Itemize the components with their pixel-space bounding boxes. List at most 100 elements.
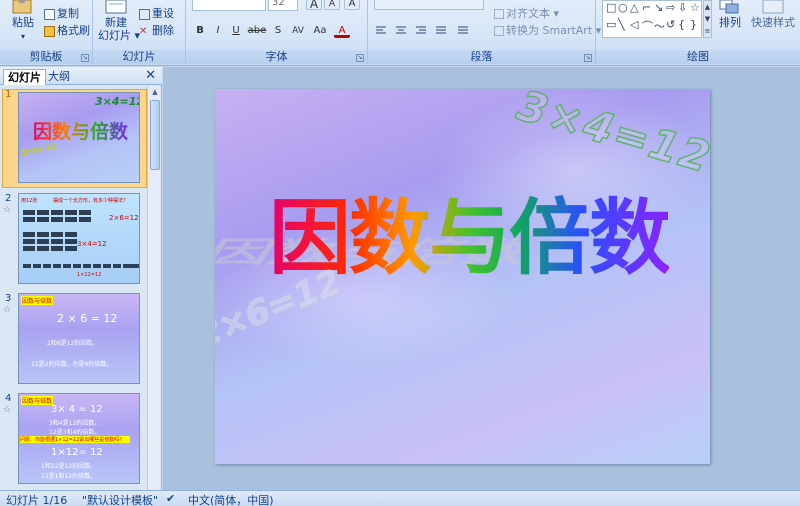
close-icon[interactable]: ✕ xyxy=(145,68,156,83)
animation-star-icon: ☆ xyxy=(3,405,12,415)
delete-slide-button[interactable]: ✕ 删除 xyxy=(139,22,174,38)
paste-dropdown-icon[interactable]: ▾ xyxy=(6,30,40,43)
font-size-field[interactable]: 32 xyxy=(268,0,298,11)
clipboard-group-label: 剪贴板 xyxy=(0,50,92,64)
shape-item[interactable]: { xyxy=(678,18,685,31)
shape-item[interactable]: ↘ xyxy=(654,1,663,14)
thumb-badge: 因数与倍数 xyxy=(21,396,54,405)
quick-styles-button[interactable]: 快速样式 xyxy=(746,0,800,48)
thumbnail-item-3[interactable]: 3 ☆ 因数与倍数 2 × 6 = 12 2和6是12的因数。 12是2的倍数，… xyxy=(0,293,147,389)
thumbnail-preview: 3×4=12 因数与倍数 2×6=12 xyxy=(18,92,140,183)
paragraph-group-label: 段落 xyxy=(368,50,595,64)
scroll-up-icon[interactable]: ▲ xyxy=(150,88,160,96)
new-slide-icon xyxy=(105,0,127,14)
smartart-label: 转换为 SmartArt ▾ xyxy=(506,24,602,37)
paragraph-launcher-icon[interactable]: ↘ xyxy=(584,54,592,62)
shape-item[interactable]: } xyxy=(690,18,697,31)
shape-item[interactable]: ╲ xyxy=(618,18,625,31)
clipboard-group: 粘贴 ▾ 复制 格式刷 剪贴板 ↘ xyxy=(0,0,93,66)
align-buttons[interactable] xyxy=(374,24,492,38)
template-name[interactable]: "默认设计模板" xyxy=(82,492,158,506)
thumb-line-3: 1和12是12的因数。 xyxy=(41,463,97,470)
shape-item[interactable]: ↺ xyxy=(666,18,675,31)
char-spacing-button[interactable]: AV xyxy=(288,24,308,38)
slide-indicator: 幻灯片 1/16 xyxy=(6,494,68,506)
slides-group: 新建 幻灯片 ▾ 重设 ✕ 删除 幻灯片 xyxy=(93,0,186,66)
strikethrough-button[interactable]: abe xyxy=(246,24,268,38)
animation-star-icon: ☆ xyxy=(3,205,12,215)
shadow-button[interactable]: S xyxy=(270,24,286,38)
change-case-button[interactable]: Aa xyxy=(310,24,330,38)
thumb-line-2: 12是3和4的倍数。 xyxy=(49,429,101,436)
shape-item[interactable]: 〜 xyxy=(654,18,665,34)
shape-item[interactable]: ▭ xyxy=(606,18,616,31)
font-color-button[interactable]: A xyxy=(334,24,350,38)
spell-check-icon[interactable]: ✔ xyxy=(166,492,175,505)
thumbnail-number: 2 xyxy=(5,193,12,204)
ribbon: 粘贴 ▾ 复制 格式刷 剪贴板 ↘ 新建 幻灯片 ▾ 重设 ✕ 删除 幻灯片 3… xyxy=(0,0,800,66)
shape-item[interactable]: ◁ xyxy=(630,18,638,31)
smartart-icon xyxy=(494,26,504,36)
shape-item[interactable]: ☆ xyxy=(690,1,700,14)
paste-label: 粘贴 xyxy=(12,16,34,29)
shape-item[interactable]: △ xyxy=(630,1,638,14)
thumb-rectangles-grid xyxy=(23,210,139,268)
clear-format-button[interactable]: A xyxy=(344,0,360,10)
thumbnail-number: 3 xyxy=(5,293,12,304)
reset-button[interactable]: 重设 xyxy=(139,5,174,21)
copy-button[interactable]: 复制 xyxy=(44,5,79,21)
align-text-button[interactable]: 对齐文本 ▾ xyxy=(494,5,559,21)
copy-label: 复制 xyxy=(57,7,79,20)
grow-font-button[interactable]: A xyxy=(306,0,322,11)
arrange-button[interactable]: 排列 xyxy=(714,0,746,48)
thumbnail-item-2[interactable]: 2 ☆ 用12张 摆成一个长方形，有多少种摆法？ 2×6=12 3×4=12 1… xyxy=(0,193,147,289)
delete-label: 删除 xyxy=(152,24,174,37)
thumbnail-scrollbar[interactable]: ▲ xyxy=(147,86,161,490)
thumb-title: 因数与倍数 xyxy=(33,117,128,144)
format-painter-icon xyxy=(44,25,55,37)
new-slide-button[interactable]: 新建 幻灯片 ▾ xyxy=(95,0,140,48)
smartart-button[interactable]: 转换为 SmartArt ▾ xyxy=(494,22,601,38)
drawing-group: □ ○ △ ⌐ ↘ ⇨ ⇩ ☆ ▭ ╲ ◁ ⌒ 〜 ↺ { } ▲▼≡ 排列 xyxy=(596,0,800,66)
format-painter-button[interactable]: 格式刷 xyxy=(44,22,90,38)
paragraph-list-buttons[interactable] xyxy=(374,0,484,10)
underline-button[interactable]: U xyxy=(228,24,244,38)
clipboard-launcher-icon[interactable]: ↘ xyxy=(81,54,89,62)
align-text-label: 对齐文本 ▾ xyxy=(506,7,560,20)
thumbnail-item-1[interactable]: 1 3×4=12 因数与倍数 2×6=12 xyxy=(0,89,147,189)
shape-item[interactable]: □ xyxy=(606,1,616,14)
thumbnail-list[interactable]: 1 3×4=12 因数与倍数 2×6=12 2 ☆ 用12张 摆成一个长方形，有… xyxy=(0,86,147,490)
new-slide-dropdown[interactable]: 幻灯片 ▾ xyxy=(95,29,143,42)
slide-editor: 3×4=12 因数与倍数 因数与倍数 2×6=12 xyxy=(163,67,800,490)
slides-group-label: 幻灯片 xyxy=(93,50,185,64)
thumb-eq-top: 3×4=12 xyxy=(95,95,140,108)
shape-item[interactable]: ○ xyxy=(618,1,628,14)
shrink-font-button[interactable]: A xyxy=(324,0,340,10)
thumb-line-1: 2和6是12的因数。 xyxy=(47,340,99,347)
bold-button[interactable]: B xyxy=(192,24,208,38)
font-group: 32 A A A B I U abe S AV Aa A 字体 ↘ xyxy=(186,0,368,66)
italic-button[interactable]: I xyxy=(210,24,226,38)
tab-outline[interactable]: 大纲 xyxy=(44,69,74,85)
font-name-field[interactable] xyxy=(192,0,266,11)
paste-button[interactable]: 粘贴 ▾ xyxy=(6,0,40,48)
delete-icon: ✕ xyxy=(139,25,148,37)
shape-item[interactable]: ⇩ xyxy=(678,1,687,14)
current-slide[interactable]: 3×4=12 因数与倍数 因数与倍数 2×6=12 xyxy=(215,89,710,464)
tab-slides[interactable]: 幻灯片 xyxy=(3,69,46,85)
thumbnail-preview: 因数与倍数 2 × 6 = 12 2和6是12的因数。 12是2的倍数，也是6的… xyxy=(18,293,140,384)
panel-tabs: 幻灯片 大纲 ✕ xyxy=(0,67,162,85)
font-launcher-icon[interactable]: ↘ xyxy=(356,54,364,62)
shape-item[interactable]: ⇨ xyxy=(666,1,675,14)
format-painter-label: 格式刷 xyxy=(57,24,90,37)
language-indicator[interactable]: 中文(简体，中国) xyxy=(188,492,274,506)
shapes-gallery[interactable]: □ ○ △ ⌐ ↘ ⇨ ⇩ ☆ ▭ ╲ ◁ ⌒ 〜 ↺ { } xyxy=(602,0,702,38)
thumb-eq-bottom: 2×6=12 xyxy=(20,141,58,158)
shapes-gallery-scroll[interactable]: ▲ ▼ ≡ xyxy=(703,0,712,38)
paragraph-group: 对齐文本 ▾ 转换为 SmartArt ▾ 段落 ↘ xyxy=(368,0,601,66)
reset-icon xyxy=(139,8,150,20)
shape-item[interactable]: ⌐ xyxy=(642,1,651,14)
thumbnail-item-4[interactable]: 4 ☆ 因数与倍数 3× 4 = 12 3和4是12的因数。 12是3和4的倍数… xyxy=(0,393,147,489)
shape-item[interactable]: ⌒ xyxy=(642,18,653,34)
scrollbar-thumb[interactable] xyxy=(150,100,160,170)
